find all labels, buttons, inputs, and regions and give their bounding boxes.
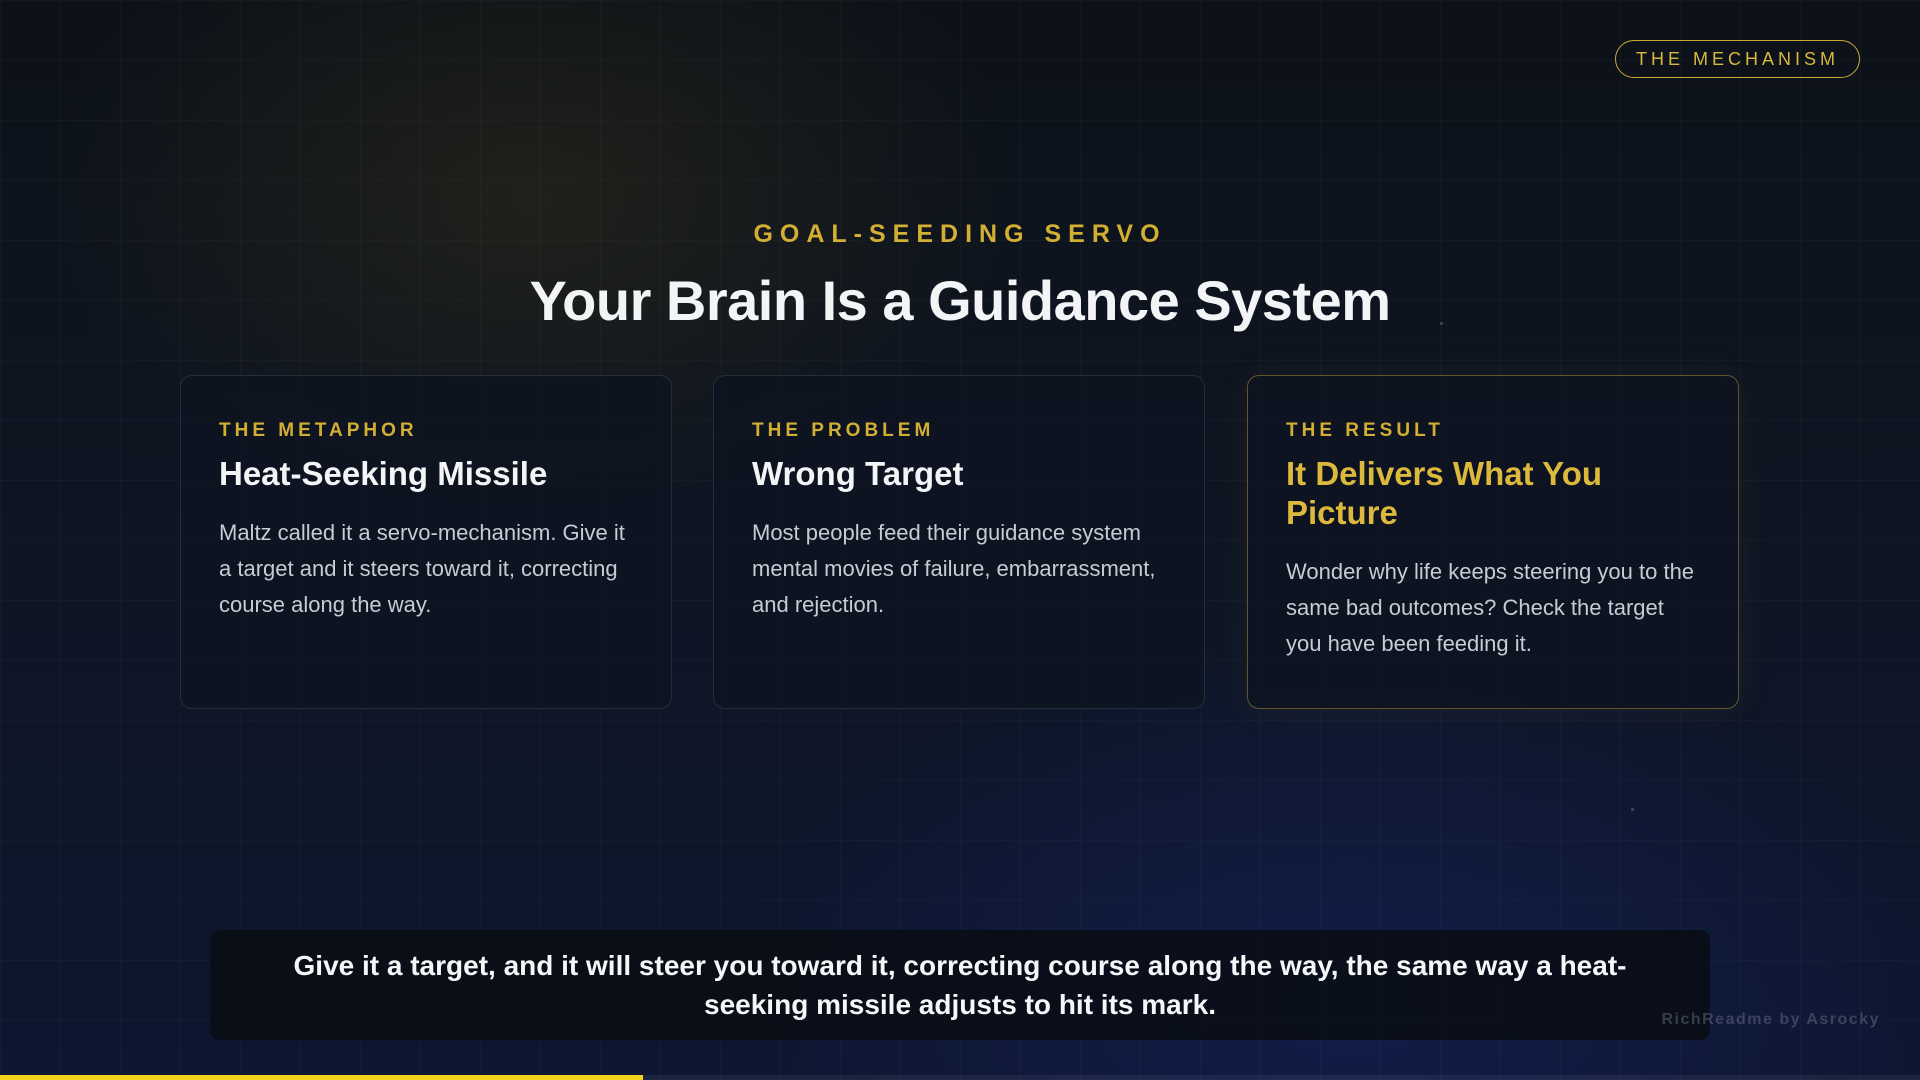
- slide-progress-bar: [0, 1075, 1920, 1080]
- decorative-dot: [1631, 808, 1634, 811]
- slide-title: Your Brain Is a Guidance System: [529, 269, 1391, 332]
- card-body: Maltz called it a servo-mechanism. Give …: [219, 520, 625, 617]
- card-label: THE RESULT: [1286, 420, 1444, 441]
- card-title: Wrong Target: [752, 455, 964, 492]
- card-label: THE METAPHOR: [219, 420, 418, 441]
- slide-progress-fill: [0, 1075, 644, 1080]
- card-label: THE PROBLEM: [752, 420, 935, 441]
- card-result: THE RESULT It Delivers What You Picture …: [1247, 375, 1739, 709]
- card-title: Heat-Seeking Missile: [219, 455, 548, 492]
- card-problem: THE PROBLEM Wrong Target Most people fee…: [713, 375, 1205, 709]
- section-badge-label: THE MECHANISM: [1635, 48, 1839, 69]
- watermark: RichReadme by Asrocky: [1661, 1011, 1880, 1028]
- slide-eyebrow: GOAL-SEEDING SERVO: [753, 220, 1167, 248]
- subtitle-caption: Give it a target, and it will steer you …: [210, 930, 1710, 1040]
- card-title: It Delivers What You Picture: [1286, 455, 1603, 531]
- card-body: Most people feed their guidance system m…: [752, 520, 1156, 617]
- subtitle-caption-text: Give it a target, and it will steer you …: [293, 950, 1627, 1020]
- card-metaphor: THE METAPHOR Heat-Seeking Missile Maltz …: [180, 375, 672, 709]
- section-badge: THE MECHANISM: [1614, 40, 1860, 78]
- card-body: Wonder why life keeps steering you to th…: [1286, 559, 1695, 656]
